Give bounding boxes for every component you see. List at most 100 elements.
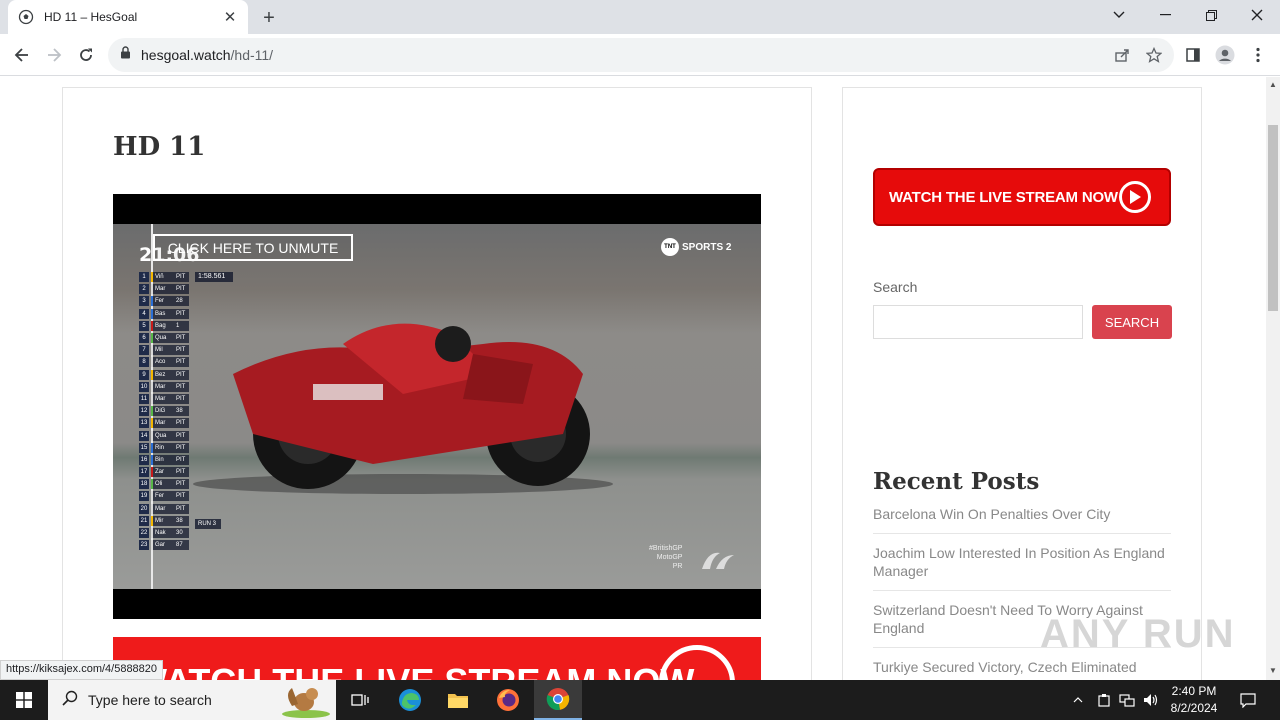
leaderboard-row: 1 Viñ PIT [139, 271, 195, 283]
leaderboard-row: 15 Rin PIT [139, 442, 195, 454]
leaderboard-rider: Oli [151, 479, 175, 490]
leaderboard-position: 15 [139, 442, 149, 453]
leaderboard-rider: Fer [151, 296, 175, 307]
browser-tab[interactable]: HD 11 – HesGoal ✕ [8, 0, 248, 34]
taskbar-search-box[interactable]: Type here to search [48, 680, 336, 720]
play-circle-icon [659, 645, 735, 680]
minimize-button[interactable] [1142, 0, 1188, 30]
network-icon[interactable] [1116, 680, 1138, 720]
search-button[interactable]: SEARCH [1092, 305, 1172, 339]
motogp-logo-icon [702, 552, 734, 569]
leaderboard-position: 17 [139, 467, 149, 478]
event-hashtag: #BritishGP [649, 545, 683, 552]
page-scrollbar[interactable]: ▲ ▼ [1266, 77, 1280, 680]
play-icon [1119, 181, 1151, 213]
leaderboard-gap: PIT [175, 333, 189, 344]
file-explorer-icon[interactable] [434, 680, 482, 720]
leaderboard-row: 13 Mar PIT [139, 417, 195, 429]
lock-icon[interactable] [120, 46, 131, 64]
recent-post-link[interactable]: Barcelona Win On Penalties Over City [873, 505, 1171, 534]
url-path: /hd-11/ [230, 47, 274, 63]
address-bar[interactable]: hesgoal.watch/hd-11/ [108, 38, 1174, 72]
leaderboard-rider: Mar [151, 503, 175, 514]
leaderboard-position: 20 [139, 503, 149, 514]
leaderboard-rider: Bag [151, 320, 175, 331]
leaderboard-position: 2 [139, 284, 149, 295]
clock-date: 8/2/2024 [1170, 701, 1218, 715]
share-icon[interactable] [1112, 45, 1132, 65]
leaderboard-rider: Mir [151, 515, 175, 526]
profile-avatar-icon[interactable] [1212, 42, 1238, 68]
leaderboard-row: 16 Bin PIT [139, 454, 195, 466]
watch-button-label: WATCH THE LIVE STREAM NOW [889, 188, 1118, 206]
scroll-down-icon[interactable]: ▼ [1269, 667, 1277, 675]
new-tab-button[interactable]: + [258, 7, 280, 29]
leaderboard-row: 22 Nak 30 [139, 527, 195, 539]
notifications-icon[interactable] [1234, 680, 1262, 720]
leaderboard-row: 5 Bag 1 [139, 320, 195, 332]
leaderboard-position: 18 [139, 479, 149, 490]
recent-post-link[interactable]: Turkiye Secured Victory, Czech Eliminate… [873, 658, 1171, 680]
clock-time: 2:40 PM [1171, 684, 1217, 698]
leaderboard-gap: PIT [175, 284, 189, 295]
back-button[interactable] [9, 42, 35, 68]
tab-search-icon[interactable] [1096, 0, 1142, 30]
security-tray-icon[interactable] [1094, 680, 1114, 720]
scroll-up-icon[interactable]: ▲ [1269, 81, 1277, 89]
restore-button[interactable] [1188, 0, 1234, 30]
watch-stream-banner[interactable]: WATCH THE LIVE STREAM NOW [113, 637, 761, 680]
leaderboard-row: 20 Mar PIT [139, 503, 195, 515]
task-view-icon[interactable] [336, 680, 384, 720]
system-clock[interactable]: 2:40 PM 8/2/2024 [1160, 683, 1228, 717]
recent-post-link[interactable]: Joachim Low Interested In Position As En… [873, 544, 1171, 591]
forward-button[interactable] [41, 42, 67, 68]
leaderboard-position: 3 [139, 296, 149, 307]
recent-posts-heading: Recent Posts [873, 468, 1040, 495]
leaderboard-position: 23 [139, 540, 149, 551]
volume-icon[interactable] [1140, 680, 1162, 720]
scroll-thumb[interactable] [1268, 125, 1278, 311]
leaderboard-row: 19 Fer PIT [139, 490, 195, 502]
tray-chevron-icon[interactable] [1068, 680, 1088, 720]
chrome-icon[interactable] [534, 680, 582, 720]
leaderboard-gap: PIT [175, 503, 189, 514]
event-code: PR [672, 563, 683, 570]
leaderboard-rider: DiG [151, 406, 175, 417]
soccer-ball-icon [18, 9, 34, 25]
unmute-button[interactable]: CLICK HERE TO UNMUTE [153, 234, 353, 261]
leaderboard-gap: PIT [175, 369, 189, 380]
lap-time: 1:58.561 [195, 272, 233, 282]
search-input[interactable] [873, 305, 1083, 339]
side-panel-icon[interactable] [1180, 42, 1206, 68]
video-player[interactable]: 21:06 CLICK HERE TO UNMUTE 1:58.561 1 Viñ… [113, 194, 761, 619]
leaderboard-row: 3 Fer 28 [139, 295, 195, 307]
leaderboard-gap: 30 [175, 528, 189, 539]
close-window-button[interactable] [1234, 0, 1280, 30]
leaderboard-position: 4 [139, 308, 149, 319]
url-host: hesgoal.watch [141, 47, 231, 63]
leaderboard-row: 9 Bez PIT [139, 369, 195, 381]
leaderboard-row: 2 Mar PIT [139, 283, 195, 295]
search-icon [62, 690, 78, 711]
leaderboard-position: 21 [139, 515, 149, 526]
leaderboard-rider: Viñ [151, 272, 175, 283]
leaderboard-row: 12 DiG 38 [139, 405, 195, 417]
leaderboard-gap: PIT [175, 345, 189, 356]
tab-strip: HD 11 – HesGoal ✕ + [0, 0, 1280, 34]
leaderboard-row: 23 Gar 87 [139, 539, 195, 551]
watch-live-stream-button[interactable]: WATCH THE LIVE STREAM NOW [873, 168, 1171, 226]
leaderboard-gap: PIT [175, 381, 189, 392]
taskbar: Type here to search 2:40 PM 8/2/2024 [0, 680, 1280, 720]
reload-button[interactable] [73, 42, 99, 68]
leaderboard-gap: 38 [175, 406, 189, 417]
leaderboard-rider: Aco [151, 357, 175, 368]
leaderboard-position: 19 [139, 491, 149, 502]
leaderboard-row: 10 Mar PIT [139, 381, 195, 393]
edge-browser-icon[interactable] [386, 680, 434, 720]
menu-kebab-icon[interactable] [1245, 42, 1271, 68]
firefox-icon[interactable] [484, 680, 532, 720]
bookmark-star-icon[interactable] [1144, 45, 1164, 65]
windows-start-button[interactable] [0, 680, 48, 720]
video-frame[interactable]: 21:06 CLICK HERE TO UNMUTE 1:58.561 1 Viñ… [113, 224, 761, 589]
tab-close-icon[interactable]: ✕ [222, 9, 238, 26]
